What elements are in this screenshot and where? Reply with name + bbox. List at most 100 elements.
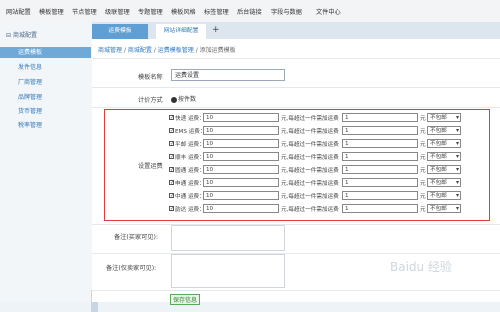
pricing-radio[interactable]: 按件数	[171, 94, 196, 103]
fee-description: 元,每超过一件需加运费	[281, 129, 339, 135]
extra-fee-input[interactable]: 1	[342, 126, 418, 135]
fee-description: 元,每超过一件需加运费	[281, 168, 339, 174]
top-navigation: 网站配置 模板管理 节点管理 级联管理 专题管理 模板风格 标签管理 后台链接 …	[0, 0, 500, 23]
tab-site-config[interactable]: 网站详细配置	[156, 24, 206, 39]
free-shipping-select[interactable]: 不包邮	[427, 191, 461, 200]
tab-shipping-template[interactable]: 运费模板	[92, 24, 148, 39]
first-fee-input[interactable]: 10	[203, 191, 279, 200]
fee-description: 元,每超过一件需加运费	[281, 194, 339, 200]
first-fee-input[interactable]: 10	[203, 204, 279, 213]
pricing-label: 计价方式	[138, 97, 163, 104]
save-button[interactable]: 保存信息	[170, 294, 200, 305]
checkbox[interactable]: ✓	[169, 115, 174, 121]
free-shipping-select[interactable]: 不包邮	[427, 139, 461, 148]
breadcrumb-separator: /	[153, 47, 156, 54]
buyer-note-textarea[interactable]	[171, 225, 285, 251]
breadcrumb-separator: /	[123, 47, 126, 54]
checkbox[interactable]: ✓	[169, 206, 174, 212]
unit-label: 元	[420, 129, 426, 135]
shipping-row: ✓ 顺丰 运费： 10 元,每超过一件需加运费 1 元 不包邮	[169, 152, 461, 162]
divider	[92, 253, 500, 254]
carrier-name: 中通 运费：	[175, 194, 205, 200]
carrier-name: 圆通 运费：	[175, 168, 205, 174]
sidebar-item-shipping-template[interactable]: 运费模板	[0, 47, 91, 58]
buyer-note-label: 备注(买家可见):	[114, 234, 159, 241]
topnav-item[interactable]: 后台链接	[237, 7, 262, 16]
checkbox[interactable]: ✓	[169, 180, 174, 186]
free-shipping-select[interactable]: 不包邮	[427, 113, 461, 122]
breadcrumb-link[interactable]: 商城管理	[98, 47, 122, 54]
collapse-icon: ⊟	[6, 32, 12, 39]
free-shipping-select[interactable]: 不包邮	[427, 152, 461, 161]
divider	[92, 224, 500, 225]
divider	[92, 87, 500, 88]
carrier-name: 韵达 运费：	[175, 207, 205, 213]
unit-label: 元	[420, 155, 426, 161]
extra-fee-input[interactable]: 1	[342, 139, 418, 148]
admin-note-textarea[interactable]	[171, 254, 285, 288]
first-fee-input[interactable]: 10	[203, 178, 279, 187]
divider	[92, 58, 500, 59]
sidebar-item-currency[interactable]: 货币管理	[18, 106, 42, 115]
topnav-item[interactable]: 模板风格	[171, 7, 196, 16]
sidebar-item-vendors[interactable]: 厂商管理	[18, 77, 42, 86]
unit-label: 元	[420, 194, 426, 200]
fee-description: 元,每超过一件需加运费	[281, 155, 339, 161]
shipping-row: ✓ 中通 运费： 10 元,每超过一件需加运费 1 元 不包邮	[169, 191, 461, 201]
checkbox[interactable]: ✓	[169, 141, 174, 147]
template-name-label: 模板名称	[138, 74, 163, 81]
first-fee-input[interactable]: 10	[203, 113, 279, 122]
topnav-item[interactable]: 文件中心	[316, 7, 341, 16]
topnav-item[interactable]: 标签管理	[204, 7, 229, 16]
divider	[92, 290, 500, 291]
sidebar: ⊟ 商城配置 运费模板 发件信息 厂商管理 品牌管理 货币管理 税率管理 ‹	[0, 22, 98, 312]
first-fee-input[interactable]: 10	[203, 152, 279, 161]
topnav-item[interactable]: 级联管理	[105, 7, 130, 16]
sidebar-item-tax[interactable]: 税率管理	[18, 120, 42, 129]
free-shipping-select[interactable]: 不包邮	[427, 126, 461, 135]
checkbox[interactable]: ✓	[169, 128, 174, 134]
add-tab-icon[interactable]: +	[212, 25, 220, 35]
checkbox[interactable]: ✓	[169, 167, 174, 173]
shipping-row: ✓ 圆通 运费： 10 元,每超过一件需加运费 1 元 不包邮	[169, 165, 461, 175]
checkbox[interactable]: ✓	[169, 193, 174, 199]
free-shipping-select[interactable]: 不包邮	[427, 204, 461, 213]
first-fee-input[interactable]: 10	[203, 139, 279, 148]
breadcrumb-link[interactable]: 商城配置	[128, 47, 152, 54]
first-fee-input[interactable]: 10	[203, 165, 279, 174]
sidebar-item-sender-info[interactable]: 发件信息	[18, 62, 42, 71]
free-shipping-select[interactable]: 不包邮	[427, 165, 461, 174]
fee-description: 元,每超过一件需加运费	[281, 116, 339, 122]
shipping-row: ✓ 韵达 运费： 10 元,每超过一件需加运费 1 元 不包邮	[169, 204, 461, 214]
free-shipping-select[interactable]: 不包邮	[427, 178, 461, 187]
first-fee-input[interactable]: 10	[203, 126, 279, 135]
carrier-name: 顺丰 运费：	[175, 155, 205, 161]
unit-label: 元	[420, 142, 426, 148]
radio-dot-icon	[171, 96, 177, 103]
admin-note-label: 备注(仅卖家可见):	[106, 265, 157, 272]
extra-fee-input[interactable]: 1	[342, 204, 418, 213]
carrier-name: 平邮 运费：	[175, 142, 205, 148]
breadcrumb: 商城管理 / 商城配置 / 运费模板管理 / 添加运费模板	[98, 45, 236, 54]
watermark: Baidu 经验	[390, 260, 452, 274]
topnav-item[interactable]: 网站配置	[6, 7, 31, 16]
extra-fee-input[interactable]: 1	[342, 113, 418, 122]
sidebar-header-label: 商城配置	[12, 32, 37, 39]
breadcrumb-link[interactable]: 运费模板管理	[158, 47, 194, 54]
topnav-item[interactable]: 字段与数据	[271, 7, 302, 16]
template-name-input[interactable]: 运费设置	[171, 69, 285, 81]
topnav-item[interactable]: 模板管理	[39, 7, 64, 16]
shipping-row: ✓ EMS 运费： 10 元,每超过一件需加运费 1 元 不包邮	[169, 126, 461, 136]
extra-fee-input[interactable]: 1	[342, 191, 418, 200]
extra-fee-input[interactable]: 1	[342, 178, 418, 187]
sidebar-item-brands[interactable]: 品牌管理	[18, 92, 42, 101]
extra-fee-input[interactable]: 1	[342, 165, 418, 174]
unit-label: 元	[420, 207, 426, 213]
extra-fee-input[interactable]: 1	[342, 152, 418, 161]
checkbox[interactable]: ✓	[169, 154, 174, 160]
topnav-item[interactable]: 专题管理	[138, 7, 163, 16]
topnav-item[interactable]: 节点管理	[72, 7, 97, 16]
sidebar-header[interactable]: ⊟ 商城配置	[6, 30, 90, 44]
divider	[92, 107, 500, 108]
carrier-name: 快递 运费：	[175, 116, 205, 122]
